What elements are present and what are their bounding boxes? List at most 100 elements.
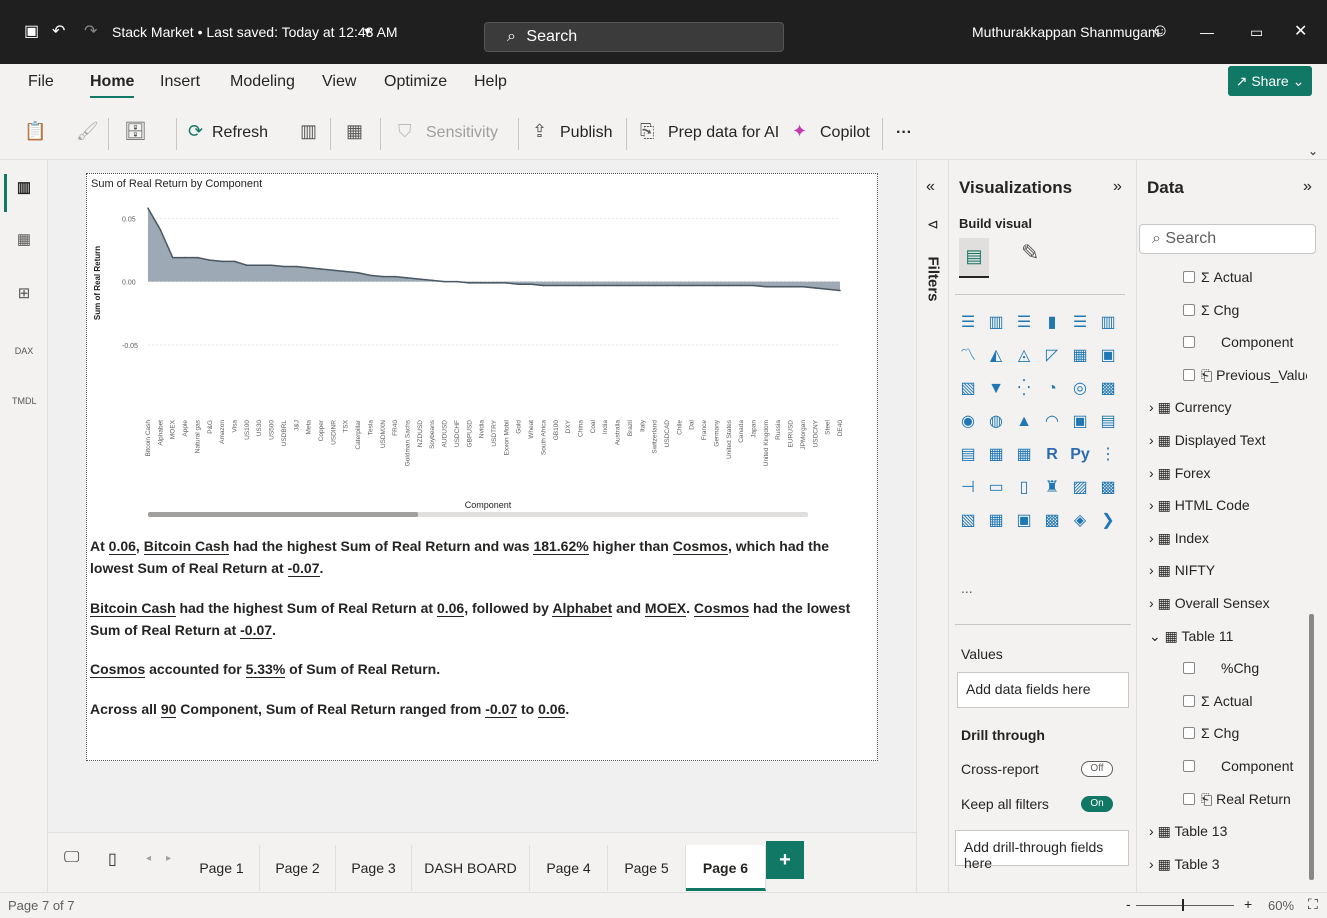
cross-report-toggle[interactable]: Off	[1081, 761, 1113, 777]
data-field-item[interactable]: Σ Actual	[1183, 268, 1252, 286]
data-point[interactable]	[159, 228, 162, 231]
zoom-out-icon[interactable]: -	[1126, 896, 1131, 912]
chevron-right-icon[interactable]: ›	[1149, 823, 1158, 839]
menu-home[interactable]: Home	[90, 72, 135, 98]
stacked-area-visual-icon[interactable]: ◬	[1013, 345, 1035, 367]
data-point[interactable]	[233, 260, 236, 263]
data-point[interactable]	[456, 280, 458, 283]
restore-icon[interactable]: ▭	[1250, 22, 1263, 42]
collapse-pane-icon[interactable]: »	[1113, 178, 1122, 196]
chevron-right-icon[interactable]: ›	[1149, 856, 1158, 872]
waterfall-visual-icon[interactable]: ▧	[957, 378, 979, 400]
data-field-item[interactable]: Σ Actual	[1183, 692, 1252, 710]
field-checkbox[interactable]	[1183, 662, 1195, 675]
prep-data-button[interactable]: Prep data for AI	[668, 123, 779, 143]
data-point[interactable]	[320, 268, 322, 270]
report-view-icon[interactable]: ▥	[12, 178, 36, 202]
narrative-visual-icon[interactable]: ▦	[985, 510, 1007, 532]
page-tab[interactable]: Page 6	[686, 845, 766, 891]
data-point[interactable]	[629, 284, 631, 287]
data-field-item[interactable]: ⎗ Previous_Value	[1183, 366, 1307, 384]
key-influencers-visual-icon[interactable]: ⋮	[1097, 444, 1119, 466]
sensitivity-icon[interactable]: ⛉	[398, 121, 412, 142]
data-point[interactable]	[394, 275, 396, 278]
data-point[interactable]	[641, 284, 644, 287]
data-point[interactable]	[690, 284, 693, 287]
diamond-visual-icon[interactable]: ◈	[1069, 510, 1091, 532]
clustered-column-visual-icon[interactable]: ▮	[1041, 312, 1063, 334]
build-visual-tab-icon[interactable]: ▤	[959, 238, 989, 278]
more-options-button[interactable]: ···	[896, 123, 912, 143]
page-tab[interactable]: DASH BOARD	[412, 845, 530, 891]
new-visual-icon[interactable]: ▥	[300, 121, 317, 142]
data-point[interactable]	[542, 284, 545, 287]
field-checkbox[interactable]	[1183, 303, 1195, 316]
data-point[interactable]	[270, 264, 273, 266]
desktop-layout-icon[interactable]: 🖵	[64, 849, 79, 867]
data-point[interactable]	[208, 259, 211, 261]
chevron-right-icon[interactable]: ›	[1149, 595, 1158, 611]
tmdl-view-icon[interactable]: TMDL	[12, 386, 37, 410]
treemap-visual-icon[interactable]: ▩	[1097, 378, 1119, 400]
field-checkbox[interactable]	[1183, 336, 1195, 349]
data-point[interactable]	[419, 278, 421, 280]
donut-visual-icon[interactable]: ◎	[1069, 378, 1091, 400]
100-column-visual-icon[interactable]: ▥	[1097, 312, 1119, 334]
matrix-visual-icon[interactable]: ▦	[1013, 444, 1035, 466]
field-checkbox[interactable]	[1183, 727, 1195, 740]
data-point[interactable]	[715, 284, 718, 287]
data-point[interactable]	[221, 260, 223, 263]
prev-page-icon[interactable]: ◂	[146, 853, 151, 864]
data-point[interactable]	[740, 284, 742, 287]
data-point[interactable]	[678, 284, 681, 287]
area-visual-icon[interactable]: ◭	[985, 345, 1007, 367]
data-point[interactable]	[592, 284, 594, 287]
document-title[interactable]: Stack Market • Last saved: Today at 12:4…	[112, 22, 398, 42]
data-point[interactable]	[171, 256, 174, 259]
data-table-item[interactable]: › ▦ NIFTY	[1149, 561, 1215, 579]
data-table-item[interactable]: › ▦ Currency	[1149, 398, 1231, 416]
image-visual-icon[interactable]: ▣	[1013, 510, 1035, 532]
gauge-visual-icon[interactable]: ◠	[1041, 411, 1063, 433]
data-point[interactable]	[332, 269, 335, 272]
100-bar-visual-icon[interactable]: ☰	[1069, 312, 1091, 334]
data-point[interactable]	[616, 284, 619, 287]
zoom-in-icon[interactable]: +	[1244, 896, 1252, 912]
data-field-item[interactable]: Component	[1183, 757, 1293, 775]
menu-help[interactable]: Help	[474, 72, 507, 92]
next-page-icon[interactable]: ▸	[166, 853, 171, 864]
data-table-item[interactable]: › ▦ Table 3	[1149, 855, 1220, 873]
menu-view[interactable]: View	[322, 72, 356, 92]
save-icon[interactable]: ▣	[24, 22, 39, 42]
stacked-column-visual-icon[interactable]: ▥	[985, 312, 1007, 334]
data-point[interactable]	[431, 279, 434, 282]
data-point[interactable]	[765, 285, 767, 288]
data-point[interactable]	[703, 284, 705, 287]
close-icon[interactable]: ✕	[1294, 22, 1307, 42]
data-point[interactable]	[381, 275, 384, 278]
data-point[interactable]	[752, 284, 755, 287]
undo-icon[interactable]: ↶	[52, 22, 65, 42]
stacked-bar-visual-icon[interactable]: ☰	[957, 312, 979, 334]
data-table-item[interactable]: › ▦ Forex	[1149, 464, 1210, 482]
model-view-icon[interactable]: ⊞	[12, 284, 36, 308]
filled-map-visual-icon[interactable]: ◍	[985, 411, 1007, 433]
data-point[interactable]	[554, 284, 557, 287]
add-page-button[interactable]: +	[766, 841, 804, 879]
data-pane-scrollbar[interactable]	[1309, 614, 1314, 880]
keep-filters-toggle[interactable]: On	[1081, 796, 1113, 812]
fit-to-page-icon[interactable]: ⛶	[1308, 896, 1318, 913]
menu-optimize[interactable]: Optimize	[384, 72, 447, 92]
menu-insert[interactable]: Insert	[160, 72, 200, 92]
data-point[interactable]	[196, 256, 199, 259]
publish-button[interactable]: Publish	[560, 123, 612, 143]
smart-narrative-visual-icon[interactable]: ▯	[1013, 477, 1035, 499]
line-column-visual-icon[interactable]: ▦	[1069, 345, 1091, 367]
ribbon-visual-icon[interactable]: ◸	[1041, 345, 1063, 367]
field-checkbox[interactable]	[1183, 792, 1195, 805]
data-point[interactable]	[468, 282, 471, 284]
paste-icon[interactable]: 📋	[24, 121, 46, 142]
data-point[interactable]	[814, 287, 817, 289]
metrics-visual-icon[interactable]: ♜	[1041, 477, 1063, 499]
shape-visual-icon[interactable]: ▩	[1041, 510, 1063, 532]
